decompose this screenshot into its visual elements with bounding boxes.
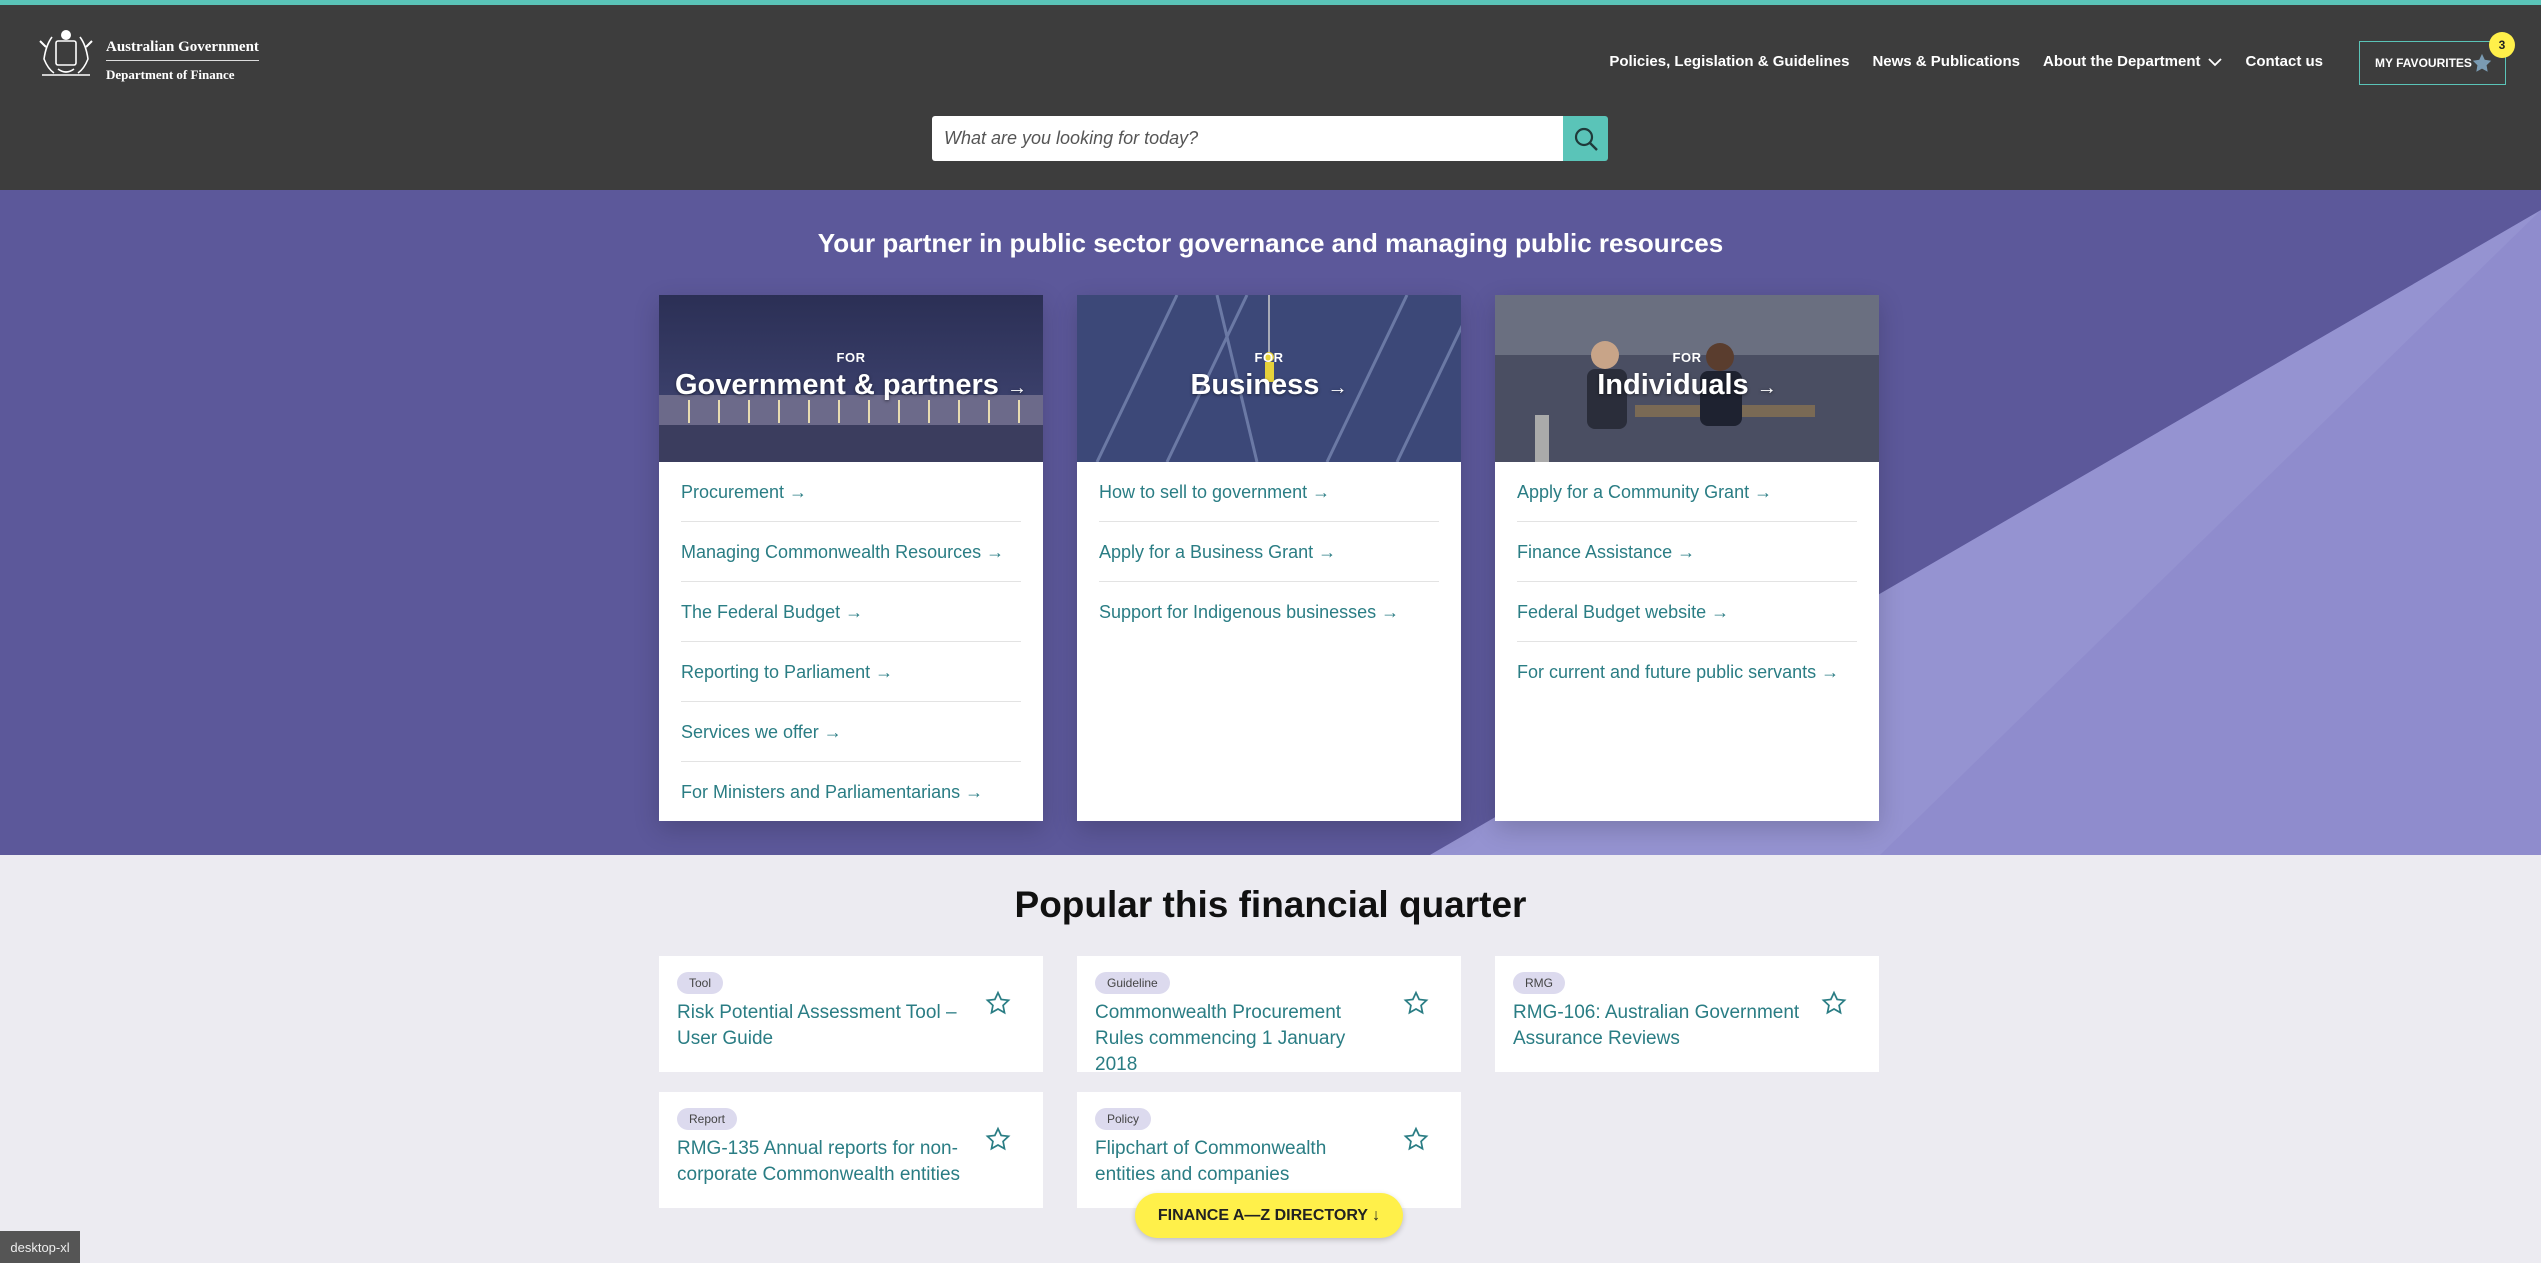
- audience-card-government: FOR Government & partners → Procurement …: [659, 295, 1043, 821]
- card-title-individuals: Individuals: [1597, 369, 1749, 401]
- link-federal-budget-website[interactable]: Federal Budget website →: [1517, 582, 1857, 642]
- logo-line-2: Department of Finance: [106, 67, 235, 82]
- popular-item-title[interactable]: RMG-106: Australian Government Assurance…: [1513, 1000, 1803, 1052]
- link-federal-budget[interactable]: The Federal Budget →: [681, 582, 1021, 642]
- popular-item-title[interactable]: RMG-135 Annual reports for non-corporate…: [677, 1136, 967, 1188]
- link-reporting-to-parliament[interactable]: Reporting to Parliament →: [681, 642, 1021, 702]
- favourites-count-badge: 3: [2489, 32, 2515, 58]
- nav-contact-label: Contact us: [2245, 53, 2323, 70]
- card-links-business: How to sell to government → Apply for a …: [1077, 462, 1461, 642]
- finance-az-directory-button[interactable]: FINANCE A—Z DIRECTORY ↓: [1135, 1193, 1403, 1238]
- link-finance-assistance[interactable]: Finance Assistance →: [1517, 522, 1857, 582]
- link-sell-to-government[interactable]: How to sell to government →: [1099, 462, 1439, 522]
- nav-news[interactable]: News & Publications: [1872, 53, 2020, 70]
- card-links-individuals: Apply for a Community Grant → Finance As…: [1495, 462, 1879, 702]
- link-indigenous-businesses[interactable]: Support for Indigenous businesses →: [1099, 582, 1439, 642]
- arrow-right-icon: →: [1327, 377, 1348, 399]
- card-title-government: Government & partners: [675, 369, 999, 401]
- viewport-label: desktop-xl: [0, 1231, 80, 1263]
- link-public-servants[interactable]: For current and future public servants →: [1517, 642, 1857, 702]
- favourite-star-icon[interactable]: [1403, 990, 1429, 1016]
- link-ministers-parliamentarians[interactable]: For Ministers and Parliamentarians →: [681, 762, 1021, 822]
- chevron-down-icon: [2208, 57, 2223, 66]
- content-type-badge: Report: [677, 1108, 738, 1130]
- link-procurement[interactable]: Procurement →: [681, 462, 1021, 522]
- popular-item[interactable]: RMG RMG-106: Australian Government Assur…: [1495, 956, 1879, 1072]
- card-title-business: Business: [1190, 369, 1320, 401]
- popular-item[interactable]: Policy Flipchart of Commonwealth entitie…: [1077, 1092, 1461, 1208]
- coat-of-arms-icon: [39, 30, 93, 76]
- nav-about[interactable]: About the Department: [2043, 53, 2223, 70]
- card-for-label: FOR: [1672, 350, 1702, 365]
- search-bar: [932, 116, 1608, 161]
- popular-item[interactable]: Report RMG-135 Annual reports for non-co…: [659, 1092, 1043, 1208]
- logo-line-1: Australian Government: [106, 39, 259, 61]
- audience-card-individuals: FOR Individuals → Apply for a Community …: [1495, 295, 1879, 821]
- link-services-we-offer[interactable]: Services we offer →: [681, 702, 1021, 762]
- search-icon: [1574, 127, 1598, 151]
- search-input[interactable]: [932, 116, 1563, 161]
- popular-item[interactable]: Guideline Commonwealth Procurement Rules…: [1077, 956, 1461, 1075]
- content-type-badge: Tool: [677, 972, 724, 994]
- card-for-label: FOR: [836, 350, 866, 365]
- card-banner-individuals[interactable]: FOR Individuals →: [1495, 295, 1879, 462]
- content-type-badge: RMG: [1513, 972, 1565, 994]
- star-icon: [2472, 53, 2492, 72]
- favourite-star-icon[interactable]: [985, 1126, 1011, 1152]
- popular-item[interactable]: Tool Risk Potential Assessment Tool – Us…: [659, 956, 1043, 1072]
- link-community-grant[interactable]: Apply for a Community Grant →: [1517, 462, 1857, 522]
- card-banner-government[interactable]: FOR Government & partners →: [659, 295, 1043, 462]
- popular-item-title[interactable]: Flipchart of Commonwealth entities and c…: [1095, 1136, 1385, 1188]
- content-type-badge: Policy: [1095, 1108, 1152, 1130]
- link-business-grant[interactable]: Apply for a Business Grant →: [1099, 522, 1439, 582]
- site-header: Australian Government Department of Fina…: [0, 5, 2541, 190]
- main-nav: Policies, Legislation & Guidelines News …: [1586, 53, 2323, 70]
- card-banner-business[interactable]: FOR Business →: [1077, 295, 1461, 462]
- favourite-star-icon[interactable]: [1403, 1126, 1429, 1152]
- search-button[interactable]: [1563, 116, 1608, 161]
- content-type-badge: Guideline: [1095, 972, 1170, 994]
- favourite-star-icon[interactable]: [1821, 990, 1847, 1016]
- favourites-label: MY FAVOURITES: [2375, 56, 2472, 70]
- card-for-label: FOR: [1254, 350, 1284, 365]
- nav-policies-label: Policies, Legislation & Guidelines: [1609, 53, 1850, 70]
- arrow-right-icon: →: [1006, 377, 1027, 399]
- nav-policies[interactable]: Policies, Legislation & Guidelines: [1609, 53, 1849, 70]
- popular-section-title: Popular this financial quarter: [1014, 884, 1527, 925]
- link-managing-commonwealth-resources[interactable]: Managing Commonwealth Resources →: [681, 522, 1021, 582]
- my-favourites-button[interactable]: MY FAVOURITES 3: [2359, 32, 2515, 85]
- popular-item-title[interactable]: Risk Potential Assessment Tool – User Gu…: [677, 1000, 967, 1052]
- nav-contact[interactable]: Contact us: [2245, 53, 2323, 70]
- hero-title: Your partner in public sector governance…: [817, 228, 1724, 258]
- audience-card-business: FOR Business → How to sell to government…: [1077, 295, 1461, 821]
- nav-about-label: About the Department: [2042, 53, 2201, 70]
- arrow-right-icon: →: [1756, 377, 1777, 399]
- popular-item-title[interactable]: Commonwealth Procurement Rules commencin…: [1095, 1000, 1385, 1078]
- nav-news-label: News & Publications: [1872, 53, 2020, 70]
- card-links-government: Procurement → Managing Commonwealth Reso…: [659, 462, 1043, 822]
- favourite-star-icon[interactable]: [985, 990, 1011, 1016]
- site-logo[interactable]: Australian Government Department of Fina…: [32, 27, 259, 83]
